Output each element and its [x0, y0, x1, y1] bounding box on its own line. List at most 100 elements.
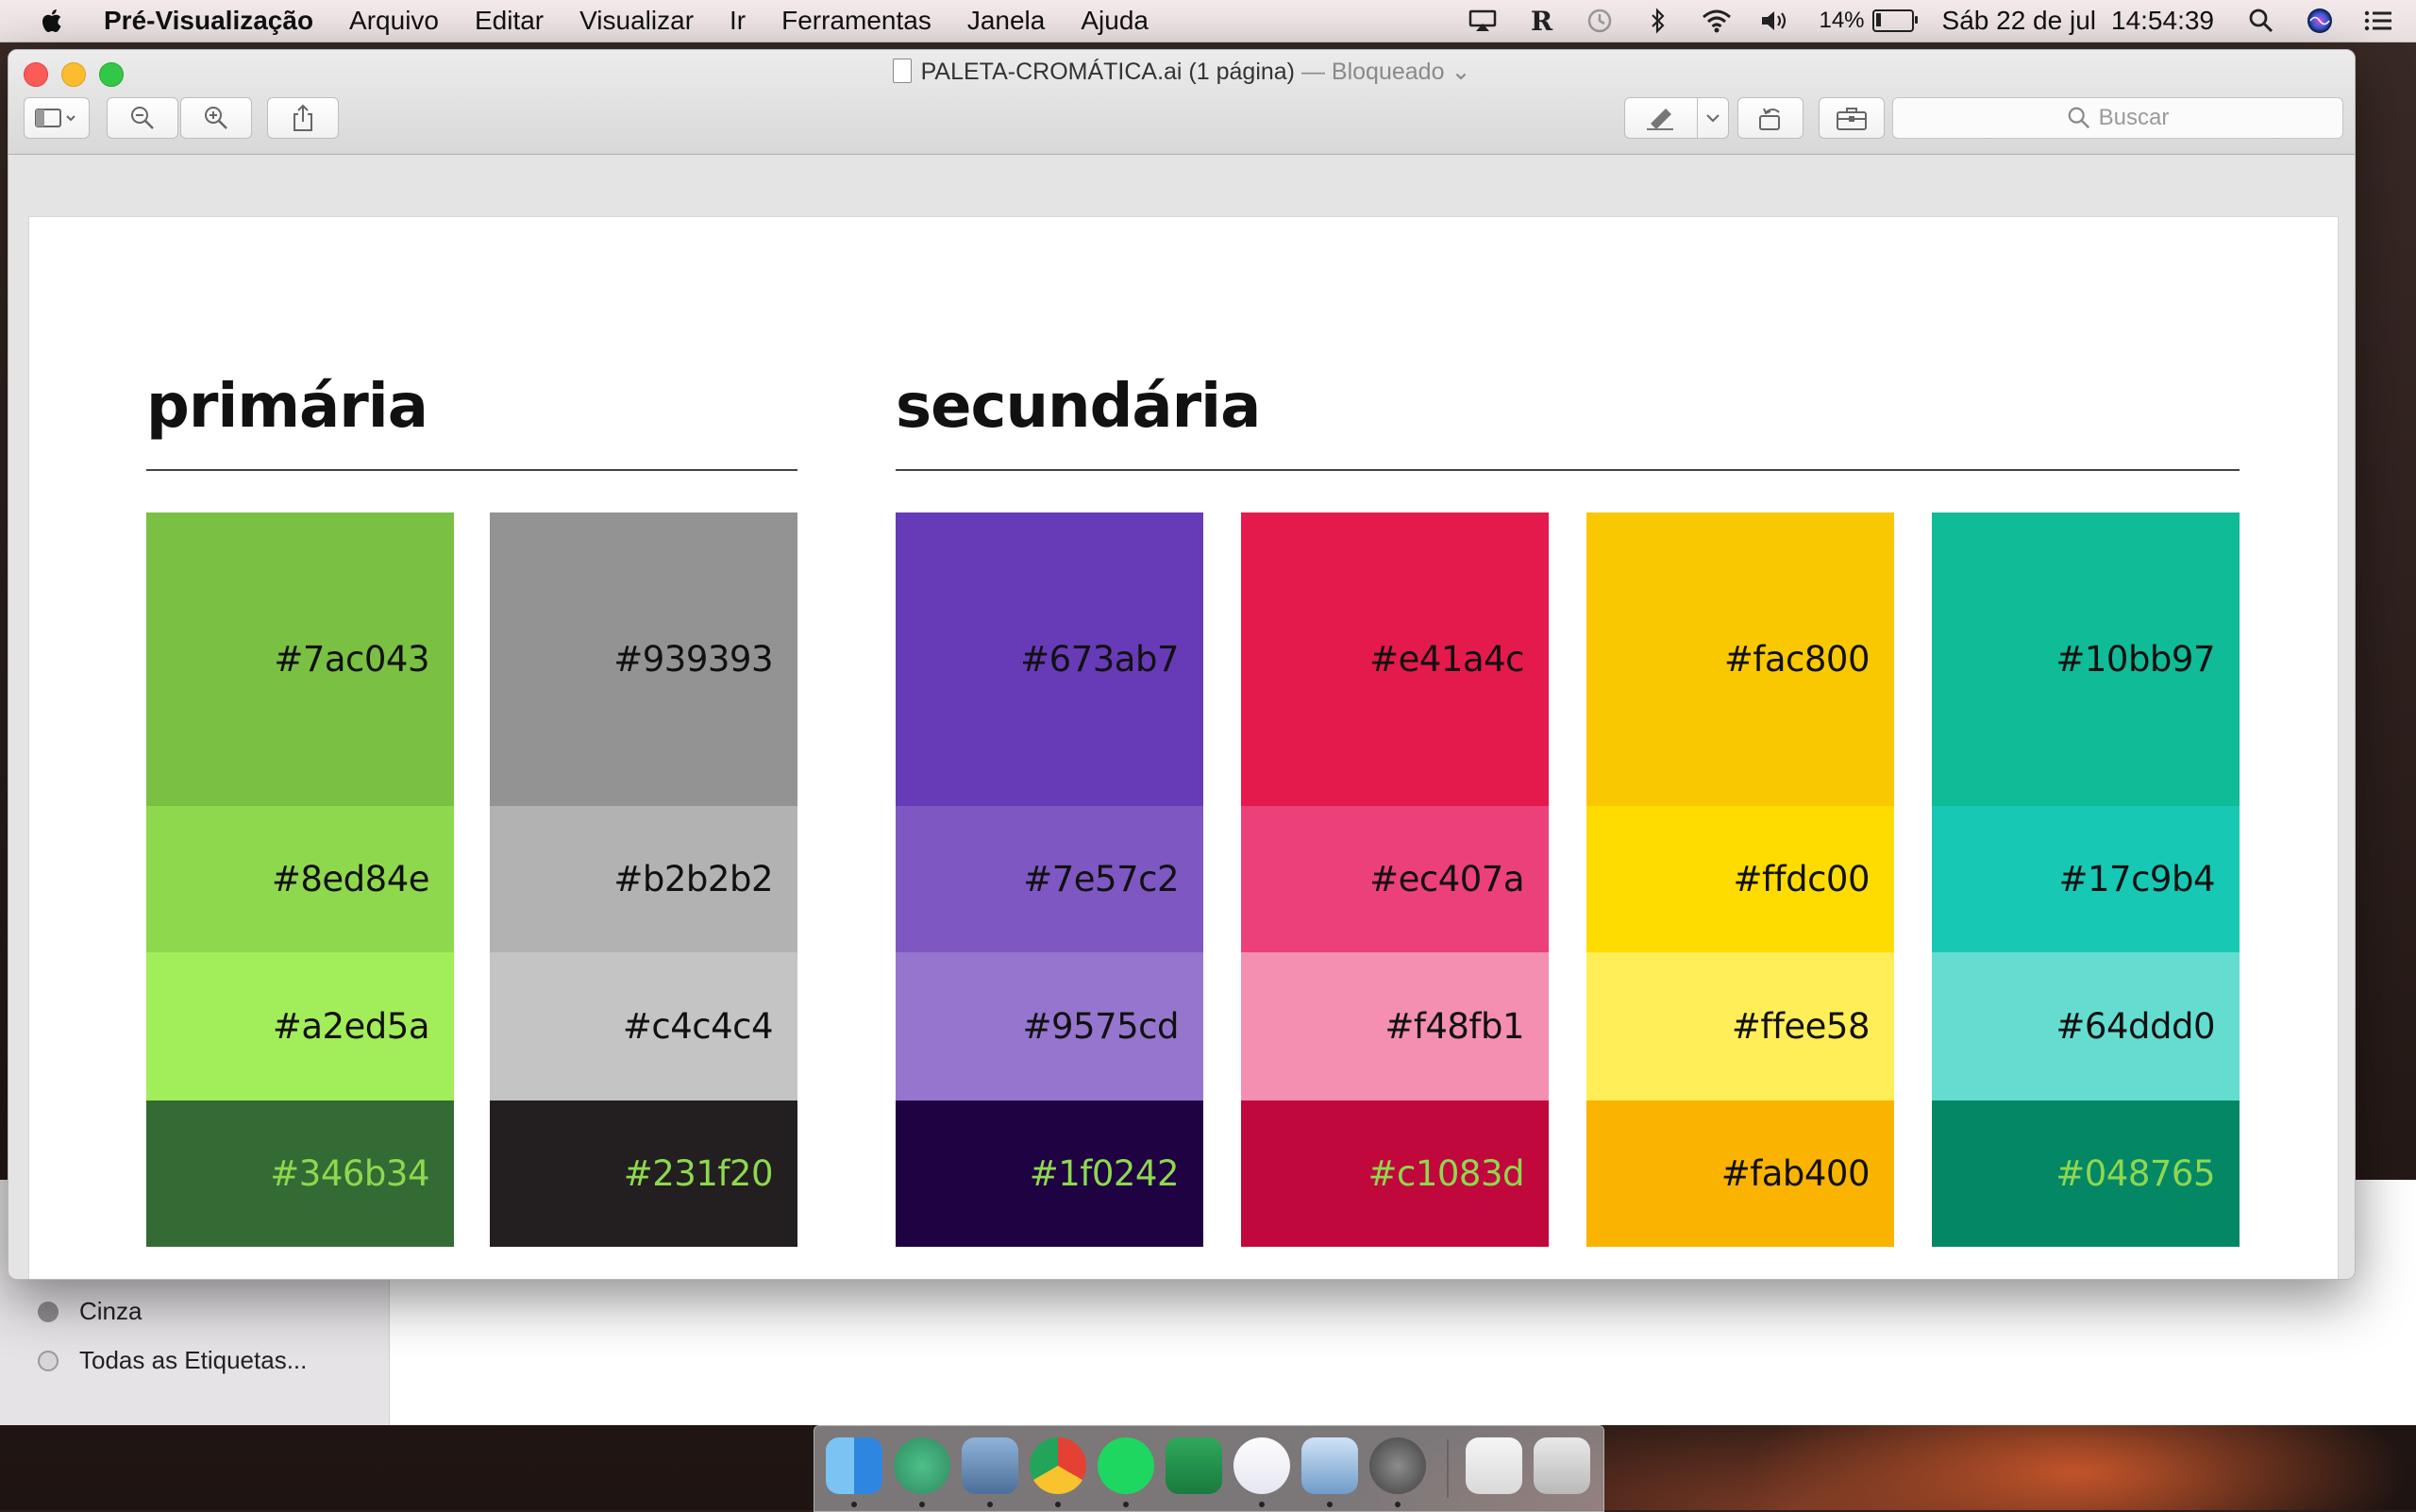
r-icon[interactable]: R [1526, 6, 1556, 37]
swatch-hex-label: #673ab7 [1020, 639, 1179, 680]
color-swatch: #231f20 [490, 1100, 797, 1247]
share-button[interactable] [267, 97, 339, 139]
menu-bar: Pré-Visualização Arquivo Editar Visualiz… [0, 0, 2416, 42]
running-indicator [1327, 1502, 1333, 1507]
zoom-in-button[interactable] [180, 97, 252, 139]
color-swatch: #ffee58 [1586, 952, 1894, 1100]
battery-icon[interactable] [1871, 9, 1918, 32]
swatch-hex-label: #939393 [613, 639, 773, 680]
siri-icon[interactable] [2305, 8, 2335, 34]
time-machine-icon[interactable] [1585, 8, 1615, 34]
color-swatch: #673ab7 [896, 512, 1203, 806]
swatch-hex-label: #e41a4c [1369, 639, 1524, 680]
color-swatch: #64ddd0 [1932, 952, 2240, 1100]
swatch-hex-label: #ffee58 [1731, 1006, 1871, 1047]
swatch-hex-label: #10bb97 [2055, 639, 2215, 680]
menu-arquivo[interactable]: Arquivo [349, 6, 439, 36]
swatch-hex-label: #c4c4c4 [622, 1006, 774, 1047]
app-name-menu[interactable]: Pré-Visualização [104, 6, 313, 36]
system-preferences-icon[interactable] [1369, 1437, 1426, 1494]
swatch-hex-label: #7e57c2 [1023, 859, 1179, 899]
dock [814, 1425, 1604, 1512]
sidebar-tag-all[interactable]: Todas as Etiquetas... [38, 1346, 307, 1375]
search-input[interactable]: Buscar [1892, 97, 2343, 139]
menu-ajuda[interactable]: Ajuda [1081, 6, 1149, 36]
swatch-hex-label: #64ddd0 [2055, 1006, 2215, 1047]
finder-icon[interactable] [826, 1437, 882, 1494]
color-swatch: #c4c4c4 [490, 952, 797, 1100]
swatch-hex-label: #f48fb1 [1384, 1006, 1524, 1047]
menu-visualizar[interactable]: Visualizar [579, 6, 694, 36]
notification-center-icon[interactable] [2363, 8, 2393, 34]
color-swatch: #7e57c2 [896, 806, 1203, 952]
rotate-button[interactable] [1737, 97, 1804, 139]
color-swatch: #17c9b4 [1932, 806, 2240, 952]
markup-button[interactable] [1624, 97, 1698, 139]
swatch-hex-label: #346b34 [270, 1153, 429, 1194]
color-swatch: #a2ed5a [146, 952, 454, 1100]
color-swatch: #b2b2b2 [490, 806, 797, 952]
color-swatch: #c1083d [1241, 1100, 1549, 1247]
color-swatch: #ffdc00 [1586, 806, 1894, 952]
airplay-icon[interactable] [1468, 8, 1498, 34]
search-placeholder: Buscar [2098, 105, 2170, 130]
sidebar-toggle-button[interactable] [24, 97, 90, 139]
mail-icon[interactable] [962, 1437, 1018, 1494]
swatch-hex-label: #231f20 [623, 1153, 774, 1194]
trash-icon[interactable] [1534, 1437, 1590, 1494]
volume-icon[interactable] [1760, 8, 1790, 34]
running-indicator [1055, 1502, 1061, 1507]
hogwarts-icon[interactable] [1466, 1437, 1522, 1494]
swatch-hex-label: #048765 [2055, 1153, 2215, 1194]
swatch-hex-label: #fac800 [1723, 639, 1871, 680]
itunes-icon[interactable] [1233, 1437, 1290, 1494]
running-indicator [851, 1502, 857, 1507]
toolbox-button[interactable] [1819, 97, 1885, 139]
color-swatch: #fac800 [1586, 512, 1894, 806]
color-swatch: #f48fb1 [1241, 952, 1549, 1100]
swatch-hex-label: #9575cd [1022, 1006, 1180, 1047]
share-icon [294, 104, 312, 131]
window-title[interactable]: PALETA-CROMÁTICA.ai (1 página) — Bloquea… [8, 58, 2355, 86]
color-swatch: #1f0242 [896, 1100, 1203, 1247]
zoom-out-icon [131, 107, 154, 129]
title-bar: PALETA-CROMÁTICA.ai (1 página) — Bloquea… [8, 50, 2355, 155]
markup-menu-button[interactable] [1697, 97, 1729, 139]
menu-ferramentas[interactable]: Ferramentas [781, 6, 931, 36]
title-chevron-down-icon[interactable]: ⌄ [1451, 59, 1470, 85]
excel-icon[interactable] [1166, 1437, 1222, 1494]
color-swatch: #9575cd [896, 952, 1203, 1100]
menubar-date[interactable]: Sáb 22 de jul [1942, 6, 2096, 36]
bluetooth-icon[interactable] [1643, 8, 1673, 34]
chrome-icon[interactable] [1030, 1437, 1086, 1494]
color-swatch: #8ed84e [146, 806, 454, 952]
sidebar-tag-cinza[interactable]: Cinza [38, 1297, 142, 1326]
running-indicator [1395, 1502, 1401, 1507]
swatch-hex-label: #7ac043 [274, 639, 429, 680]
pen-icon [1647, 109, 1673, 130]
battery-percent: 14% [1819, 8, 1865, 33]
secondary-title: secundária [896, 372, 1261, 442]
secondary-rule [896, 469, 2240, 471]
menubar-time[interactable]: 14:54:39 [2111, 6, 2214, 36]
toolbox-icon [1837, 108, 1867, 130]
dock-separator [1447, 1439, 1449, 1498]
spotify-icon[interactable] [1098, 1437, 1154, 1494]
window-title-text: PALETA-CROMÁTICA.ai (1 página) [920, 59, 1296, 85]
tag-dot [38, 1350, 59, 1371]
menu-ir[interactable]: Ir [730, 6, 746, 36]
menu-janela[interactable]: Janela [967, 6, 1046, 36]
apple-icon[interactable] [40, 8, 62, 34]
wifi-icon[interactable] [1702, 8, 1732, 34]
swatch-hex-label: #ec407a [1369, 859, 1524, 899]
swatch-hex-label: #17c9b4 [2058, 859, 2216, 899]
spotlight-search-icon[interactable] [2246, 8, 2276, 34]
zoom-out-button[interactable] [107, 97, 178, 139]
preview-icon[interactable] [1301, 1437, 1358, 1494]
atom-icon[interactable] [894, 1437, 950, 1494]
document-page: primária secundária #7ac043 #8ed84e #a2ed5… [29, 217, 2338, 1279]
running-indicator [987, 1502, 993, 1507]
menu-editar[interactable]: Editar [475, 6, 544, 36]
color-swatch: #fab400 [1586, 1100, 1894, 1247]
battery-fill [1875, 13, 1881, 26]
